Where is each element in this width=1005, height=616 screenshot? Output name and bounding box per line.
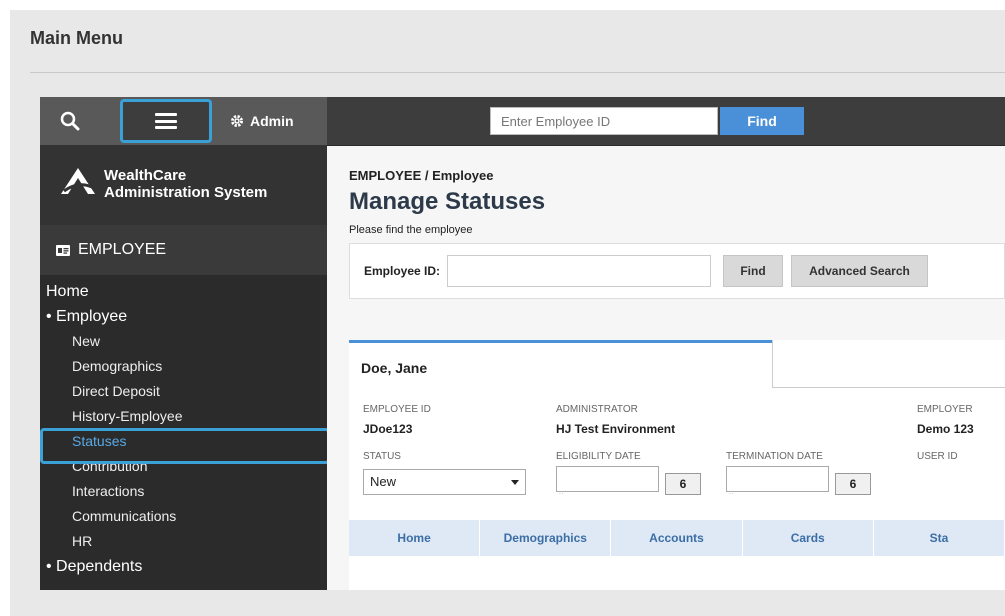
search-icon bbox=[60, 111, 80, 131]
brand-header: WealthCare Administration System bbox=[40, 145, 327, 225]
admin-label: Admin bbox=[250, 113, 294, 129]
administrator-label: ADMINISTRATOR bbox=[556, 404, 638, 415]
employee-tabs-bar: Home Demographics Accounts Cards Sta bbox=[349, 520, 1005, 556]
id-card-icon bbox=[56, 244, 70, 256]
employer-value: Demo 123 bbox=[917, 422, 974, 436]
tab-statuses[interactable]: Sta bbox=[874, 520, 1005, 556]
employee-search-panel: Employee ID: Find Advanced Search bbox=[349, 243, 1005, 299]
section-employee[interactable]: EMPLOYEE bbox=[40, 225, 327, 275]
tab-accounts[interactable]: Accounts bbox=[611, 520, 743, 556]
top-find-button[interactable]: Find bbox=[720, 107, 804, 135]
app-window: Admin Find WealthCare Administration Sys… bbox=[40, 97, 1005, 590]
sidebar-item-demographics[interactable]: Demographics bbox=[40, 354, 327, 379]
termination-hint-dots: ˙˙ bbox=[729, 492, 735, 501]
employee-secondary-tab[interactable] bbox=[772, 340, 1005, 388]
advanced-search-button[interactable]: Advanced Search bbox=[791, 255, 928, 287]
status-value: New bbox=[370, 474, 397, 489]
eligibility-date-input[interactable] bbox=[556, 466, 659, 492]
employee-id-search-input[interactable] bbox=[490, 107, 718, 135]
page-title: Manage Statuses bbox=[349, 188, 546, 215]
status-label: STATUS bbox=[363, 451, 401, 462]
eligibility-date-label: ELIGIBILITY DATE bbox=[556, 451, 641, 462]
tab-cards[interactable]: Cards bbox=[743, 520, 874, 556]
sidebar-item-home[interactable]: Home bbox=[40, 279, 327, 304]
employee-id-value: JDoe123 bbox=[363, 422, 413, 436]
sidebar-item-communications[interactable]: Communications bbox=[40, 504, 327, 529]
eligibility-calendar-button[interactable]: 6 bbox=[665, 473, 701, 495]
sidebar-item-new[interactable]: New bbox=[40, 329, 327, 354]
sidebar-item-direct-deposit[interactable]: Direct Deposit bbox=[40, 379, 327, 404]
eligibility-hint-dots: ˙˙ bbox=[559, 492, 565, 501]
sidebar-item-history-employee[interactable]: History-Employee bbox=[40, 404, 327, 429]
termination-date-input[interactable] bbox=[726, 466, 829, 492]
sidebar: WealthCare Administration System EMPLOYE… bbox=[40, 145, 327, 590]
employee-id-field-label: EMPLOYEE ID bbox=[363, 404, 431, 415]
termination-calendar-button[interactable]: 6 bbox=[835, 473, 871, 495]
administrator-value: HJ Test Environment bbox=[556, 422, 676, 436]
wealthcare-logo-icon bbox=[61, 168, 95, 194]
sidebar-item-interactions[interactable]: Interactions bbox=[40, 479, 327, 504]
tab-home[interactable]: Home bbox=[349, 520, 481, 556]
statuses-highlight-outline bbox=[40, 428, 330, 464]
status-select[interactable]: New bbox=[363, 469, 526, 495]
user-id-label: USER ID bbox=[917, 451, 958, 462]
employee-id-input[interactable] bbox=[447, 255, 711, 287]
topbar-left: Admin bbox=[40, 97, 327, 145]
page-subtitle: Please find the employee bbox=[349, 224, 473, 236]
admin-button[interactable]: Admin bbox=[230, 109, 294, 133]
employer-label: EMPLOYER bbox=[917, 404, 973, 415]
employee-id-label: Employee ID: bbox=[364, 264, 441, 278]
employee-name: Doe, Jane bbox=[361, 360, 428, 376]
dropdown-caret-icon bbox=[511, 480, 519, 485]
brand-name: WealthCare Administration System bbox=[104, 167, 268, 201]
title-divider bbox=[30, 72, 1005, 73]
termination-date-label: TERMINATION DATE bbox=[726, 451, 823, 462]
section-label: EMPLOYEE bbox=[78, 241, 167, 258]
sidebar-item-dependents[interactable]: • Dependents bbox=[40, 554, 327, 579]
topbar-right: Find bbox=[327, 97, 1005, 146]
gear-icon bbox=[231, 115, 243, 127]
find-button[interactable]: Find bbox=[723, 255, 783, 287]
main-content: EMPLOYEE / Employee Manage Statuses Plea… bbox=[327, 146, 1005, 590]
search-button[interactable] bbox=[50, 105, 90, 137]
sidebar-item-employee[interactable]: • Employee bbox=[40, 304, 327, 329]
hamburger-icon bbox=[155, 113, 177, 129]
employee-card: Doe, Jane EMPLOYEE ID JDoe123 ADMINISTRA… bbox=[349, 340, 1005, 590]
tab-demographics[interactable]: Demographics bbox=[480, 520, 612, 556]
main-menu-title: Main Menu bbox=[30, 28, 123, 48]
sidebar-item-hr[interactable]: HR bbox=[40, 529, 327, 554]
hamburger-menu-button[interactable] bbox=[120, 99, 212, 143]
employee-name-tab[interactable]: Doe, Jane bbox=[349, 340, 772, 388]
breadcrumb: EMPLOYEE / Employee bbox=[349, 168, 494, 183]
